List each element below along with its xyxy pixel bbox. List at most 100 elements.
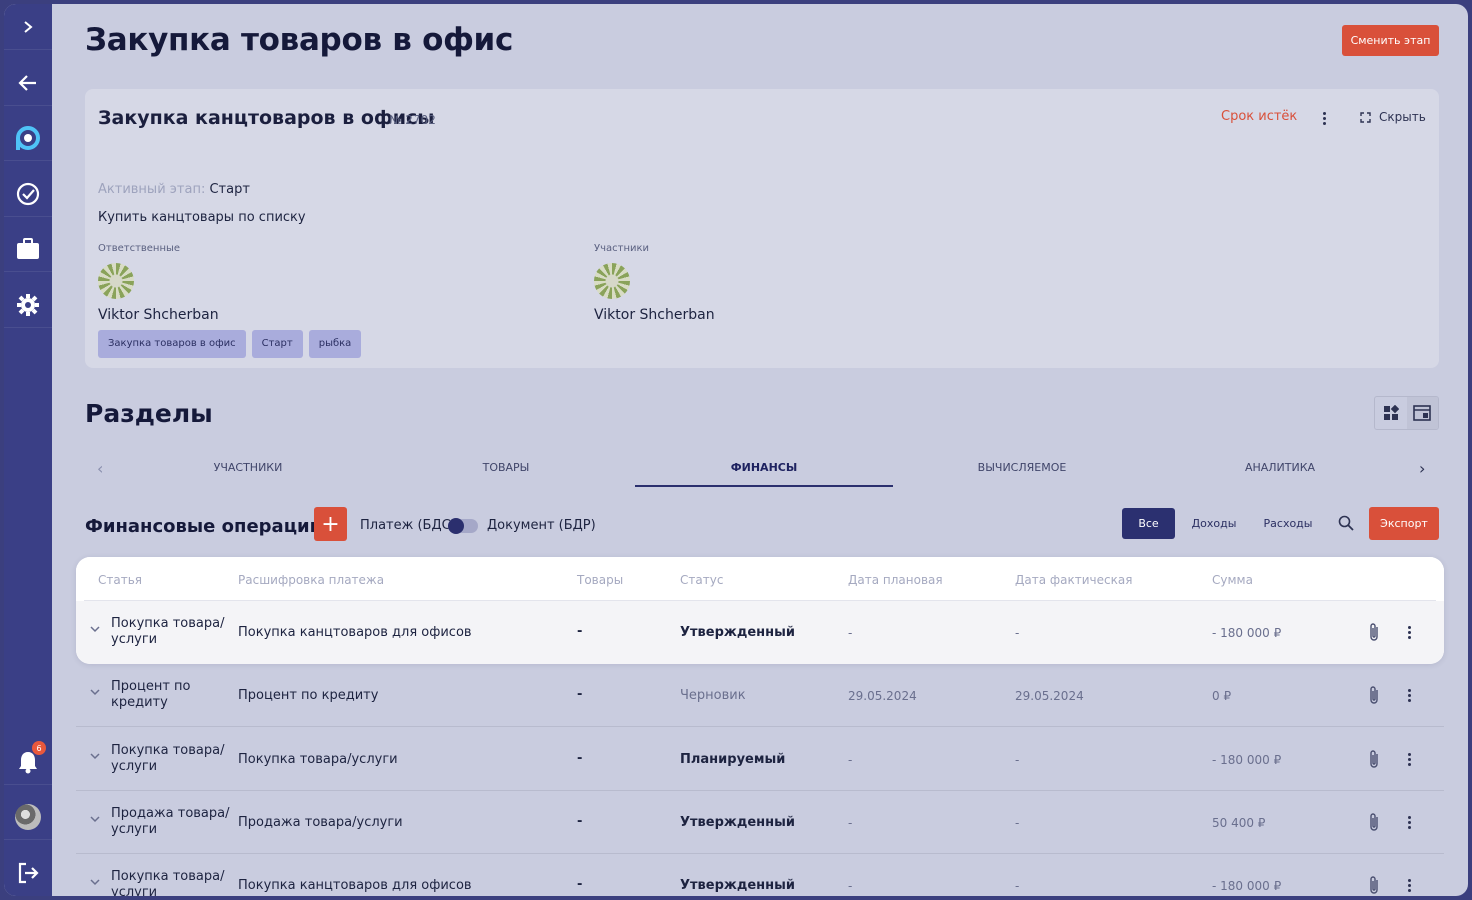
row-menu-button[interactable] — [1406, 623, 1412, 641]
card-title: Закупка канцтоваров в офисы — [98, 107, 435, 129]
tag[interactable]: рыбка — [308, 330, 362, 358]
dot — [1407, 883, 1411, 887]
cell-sum: - 180 000 ₽ — [1212, 753, 1282, 767]
column-header: Статья — [98, 573, 143, 587]
view-toggle — [1374, 396, 1439, 430]
cell-decoding: Покупка товара/услуги — [238, 752, 398, 767]
table-row[interactable]: Процент по кредиту Процент по кредиту - … — [76, 664, 1444, 727]
add-operation-button[interactable]: + — [314, 507, 347, 541]
attachment-icon[interactable] — [1368, 875, 1380, 895]
cell-goods: - — [577, 687, 583, 702]
attachment-icon[interactable] — [1368, 749, 1380, 769]
cell-status: Утвержденный — [680, 815, 795, 830]
hide-card-button[interactable]: Скрыть — [1360, 110, 1426, 124]
filter-income[interactable]: Доходы — [1185, 508, 1243, 539]
row-menu-button[interactable] — [1406, 813, 1412, 831]
column-header: Товары — [577, 573, 624, 587]
dot — [1407, 888, 1411, 892]
chevron-down-icon[interactable] — [89, 813, 101, 825]
cell-sum: 50 400 ₽ — [1212, 816, 1266, 830]
tab-computed[interactable]: ВЫЧИСЛЯЕМОЕ — [893, 451, 1151, 487]
sidebar-item-tasks[interactable] — [4, 171, 52, 217]
cell-date-fact: 29.05.2024 — [1015, 689, 1084, 703]
responsible-label: Ответственные — [98, 243, 181, 254]
cell-decoding: Продажа товара/услуги — [238, 815, 403, 830]
tab-finance[interactable]: ФИНАНСЫ — [635, 451, 893, 487]
filter-all[interactable]: Все — [1122, 508, 1175, 539]
tab-analytics[interactable]: АНАЛИТИКА — [1151, 451, 1409, 487]
attachment-icon[interactable] — [1368, 812, 1380, 832]
cell-date-plan: - — [848, 753, 853, 767]
expand-sidebar-button[interactable] — [4, 4, 52, 50]
attachment-icon[interactable] — [1368, 622, 1380, 642]
avatar — [15, 803, 41, 830]
row-menu-button[interactable] — [1406, 876, 1412, 894]
section-tabs: ‹ УЧАСТНИКИ ТОВАРЫ ФИНАНСЫ ВЫЧИСЛЯЕМОЕ А… — [85, 451, 1439, 487]
dot — [1407, 635, 1411, 639]
tag[interactable]: Закупка товаров в офис — [98, 330, 246, 358]
chevron-down-icon[interactable] — [89, 623, 101, 635]
export-button[interactable]: Экспорт — [1369, 507, 1439, 540]
row-menu-button[interactable] — [1406, 686, 1412, 704]
deadline-status: Срок истёк — [1221, 109, 1298, 124]
change-stage-button[interactable]: Сменить этап — [1342, 25, 1439, 56]
grid-icon — [1383, 405, 1399, 420]
tab-goods[interactable]: ТОВАРЫ — [377, 451, 635, 487]
participant-name: Viktor Shcherban — [594, 307, 715, 323]
cell-article: Покупка товара/ услуги — [111, 616, 225, 647]
payment-document-toggle[interactable] — [448, 518, 478, 534]
cell-sum: 0 ₽ — [1212, 689, 1232, 703]
responsible-name: Viktor Shcherban — [98, 307, 219, 323]
chevron-right-icon — [24, 20, 33, 33]
filter-expenses[interactable]: Расходы — [1256, 508, 1320, 539]
row-menu-button[interactable] — [1406, 750, 1412, 768]
logout-button[interactable] — [4, 850, 52, 896]
cell-status: Черновик — [680, 688, 746, 703]
arrow-left-icon — [18, 74, 36, 91]
tag[interactable]: Старт — [251, 330, 303, 358]
attachment-icon[interactable] — [1368, 685, 1380, 705]
participant-avatar[interactable] — [594, 263, 630, 299]
dot — [1322, 111, 1326, 115]
dot — [1407, 693, 1411, 697]
cell-sum: - 180 000 ₽ — [1212, 879, 1282, 893]
window-view-button[interactable] — [1406, 397, 1438, 429]
sidebar-item-projects[interactable] — [4, 226, 52, 272]
cell-status: Утвержденный — [680, 625, 795, 640]
table-row[interactable]: Покупка товара/ услуги Покупка канцтовар… — [76, 601, 1444, 664]
finance-title: Финансовые операции — [85, 516, 323, 537]
tabs-next-button[interactable]: › — [1419, 459, 1425, 478]
cell-article: Покупка товара/ услуги — [111, 869, 225, 896]
back-button[interactable] — [4, 60, 52, 106]
cell-date-fact: - — [1015, 879, 1020, 893]
tab-participants[interactable]: УЧАСТНИКИ — [119, 451, 377, 487]
dot — [1407, 625, 1411, 629]
chevron-down-icon[interactable] — [89, 876, 101, 888]
table-header: Статья Расшифровка платежа Товары Статус… — [76, 557, 1444, 601]
column-header: Сумма — [1212, 573, 1253, 587]
table-row[interactable]: Покупка товара/ услуги Покупка канцтовар… — [76, 854, 1444, 896]
logout-icon — [18, 862, 39, 884]
participants-label: Участники — [594, 243, 650, 254]
cell-goods: - — [577, 877, 583, 892]
dot — [1407, 630, 1411, 634]
cell-date-plan: - — [848, 879, 853, 893]
notifications-button[interactable]: 6 — [4, 739, 52, 785]
table-row[interactable]: Покупка товара/ услуги Покупка товара/ус… — [76, 728, 1444, 791]
cell-date-plan: 29.05.2024 — [848, 689, 917, 703]
table-row[interactable]: Продажа товара/ услуги Продажа товара/ус… — [76, 791, 1444, 854]
sidebar-item-settings[interactable] — [4, 282, 52, 328]
user-avatar-button[interactable] — [4, 794, 52, 840]
sidebar: 6 — [4, 4, 52, 896]
dot — [1407, 688, 1411, 692]
card-menu-button[interactable] — [1317, 108, 1331, 128]
chevron-down-icon[interactable] — [89, 686, 101, 698]
grid-view-button[interactable] — [1375, 397, 1407, 429]
tabs-prev-button[interactable]: ‹ — [97, 459, 103, 478]
tag-list: Закупка товаров в офис Старт рыбка — [98, 330, 362, 358]
main-content: Закупка товаров в офис Сменить этап Заку… — [52, 4, 1468, 896]
sidebar-item-logo[interactable] — [4, 115, 52, 161]
search-icon[interactable] — [1338, 515, 1354, 531]
chevron-down-icon[interactable] — [89, 750, 101, 762]
responsible-avatar[interactable] — [98, 263, 134, 299]
